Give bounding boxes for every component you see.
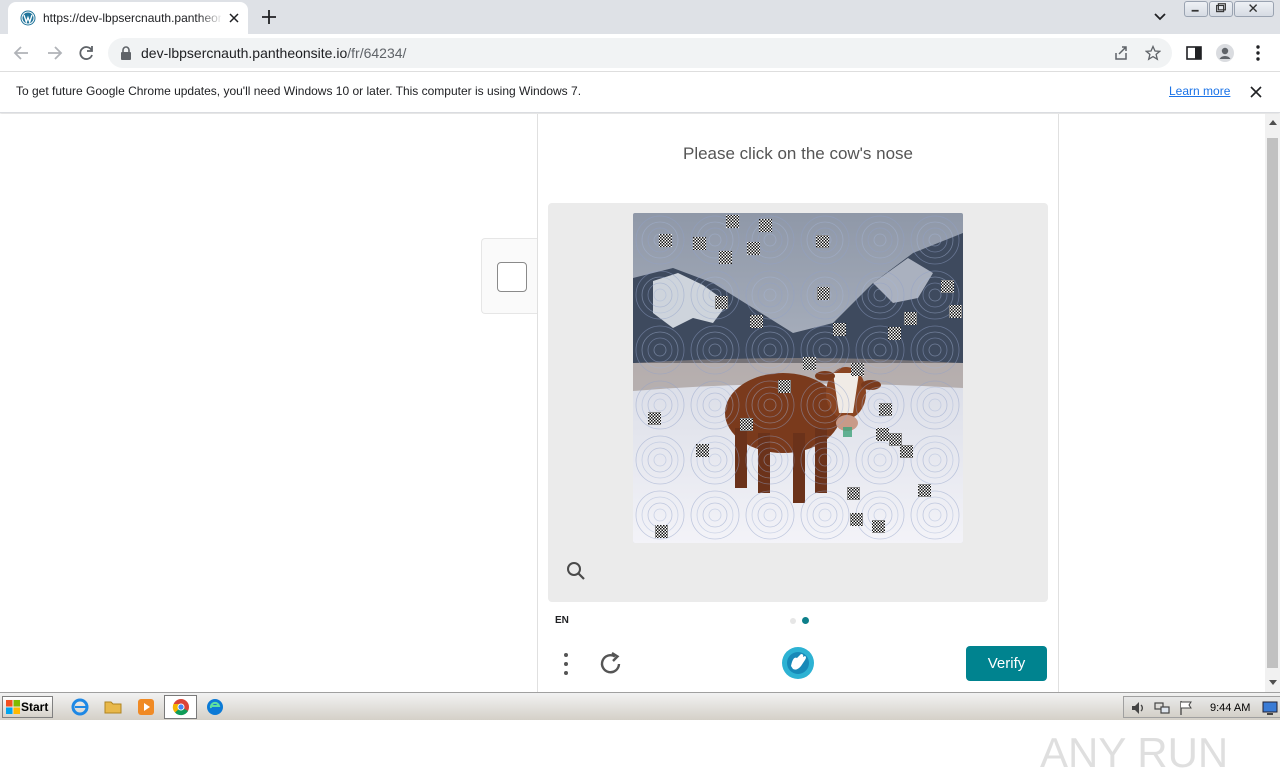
learn-more-link[interactable]: Learn more (1169, 84, 1230, 98)
windows-flag-icon (6, 700, 20, 714)
close-icon[interactable] (1249, 85, 1263, 99)
svg-text:ANY RUN: ANY RUN (1040, 729, 1228, 776)
ie-icon[interactable] (71, 698, 89, 716)
taskbar-chrome-button[interactable] (164, 695, 197, 719)
captcha-checkbox-card (481, 238, 539, 314)
forward-arrow-icon[interactable] (44, 43, 64, 63)
flag-icon[interactable] (1178, 700, 1194, 716)
address-bar[interactable]: dev-lbpsercnauth.pantheonsite.io/fr/6423… (108, 38, 1172, 68)
language-selector[interactable]: EN (555, 615, 569, 626)
page-scrollbar[interactable] (1265, 114, 1280, 692)
verify-button[interactable]: Verify (966, 646, 1047, 681)
profile-icon[interactable] (1215, 43, 1235, 63)
search-icon[interactable] (566, 561, 586, 581)
chevron-down-icon[interactable] (1152, 10, 1168, 24)
network-icon[interactable] (1154, 700, 1170, 716)
reload-icon[interactable] (76, 43, 96, 63)
page-content: Please click on the cow's nose EN Verify… (0, 114, 1265, 776)
side-panel-icon[interactable] (1184, 43, 1204, 63)
captcha-challenge-panel: Please click on the cow's nose EN Verify (537, 114, 1059, 692)
restore-button[interactable] (1209, 1, 1233, 17)
wordpress-icon (20, 10, 36, 26)
taskbar-clock[interactable]: 9:44 AM (1210, 702, 1250, 714)
tab-strip: https://dev-lbpsercnauth.pantheonsite.io… (0, 0, 1280, 34)
windows-taskbar: Start 9:44 AM (0, 692, 1280, 720)
refresh-icon[interactable] (598, 651, 624, 677)
back-arrow-icon[interactable] (12, 43, 32, 63)
media-player-icon[interactable] (137, 698, 155, 716)
edge-icon[interactable] (206, 698, 224, 716)
folder-icon[interactable] (104, 698, 122, 716)
browser-tab[interactable]: https://dev-lbpsercnauth.pantheonsite.io… (8, 2, 248, 34)
anyrun-watermark: ANY RUN (1040, 729, 1228, 776)
share-icon[interactable] (1113, 45, 1129, 61)
scrollbar-thumb[interactable] (1267, 138, 1278, 668)
star-icon[interactable] (1145, 45, 1161, 61)
lock-icon[interactable] (120, 46, 132, 60)
browser-toolbar: dev-lbpsercnauth.pantheonsite.io/fr/6423… (0, 34, 1280, 72)
captcha-checkbox[interactable] (497, 262, 527, 292)
kebab-menu-icon[interactable] (558, 651, 574, 677)
url-text: dev-lbpsercnauth.pantheonsite.io/fr/6423… (141, 45, 407, 61)
infobar-message: To get future Google Chrome updates, you… (16, 84, 582, 98)
challenge-task-area (548, 203, 1048, 602)
progress-dot-active (802, 617, 809, 624)
minimize-button[interactable] (1184, 1, 1208, 17)
challenge-image[interactable] (633, 213, 963, 543)
chrome-icon (172, 699, 189, 716)
hcaptcha-logo-icon[interactable] (781, 646, 815, 680)
volume-icon[interactable] (1130, 700, 1146, 716)
kebab-menu-icon[interactable] (1248, 43, 1268, 63)
plus-icon[interactable] (260, 8, 278, 26)
window-close-button[interactable] (1234, 1, 1274, 17)
tab-title: https://dev-lbpsercnauth.pantheonsite.io… (43, 11, 221, 25)
challenge-prompt: Please click on the cow's nose (682, 144, 914, 163)
desktop-icon[interactable] (1262, 700, 1278, 716)
progress-dot (790, 618, 796, 624)
update-infobar: To get future Google Chrome updates, you… (0, 72, 1280, 113)
close-icon[interactable] (226, 10, 242, 26)
start-button[interactable]: Start (2, 696, 53, 718)
system-tray: 9:44 AM (1123, 696, 1280, 718)
